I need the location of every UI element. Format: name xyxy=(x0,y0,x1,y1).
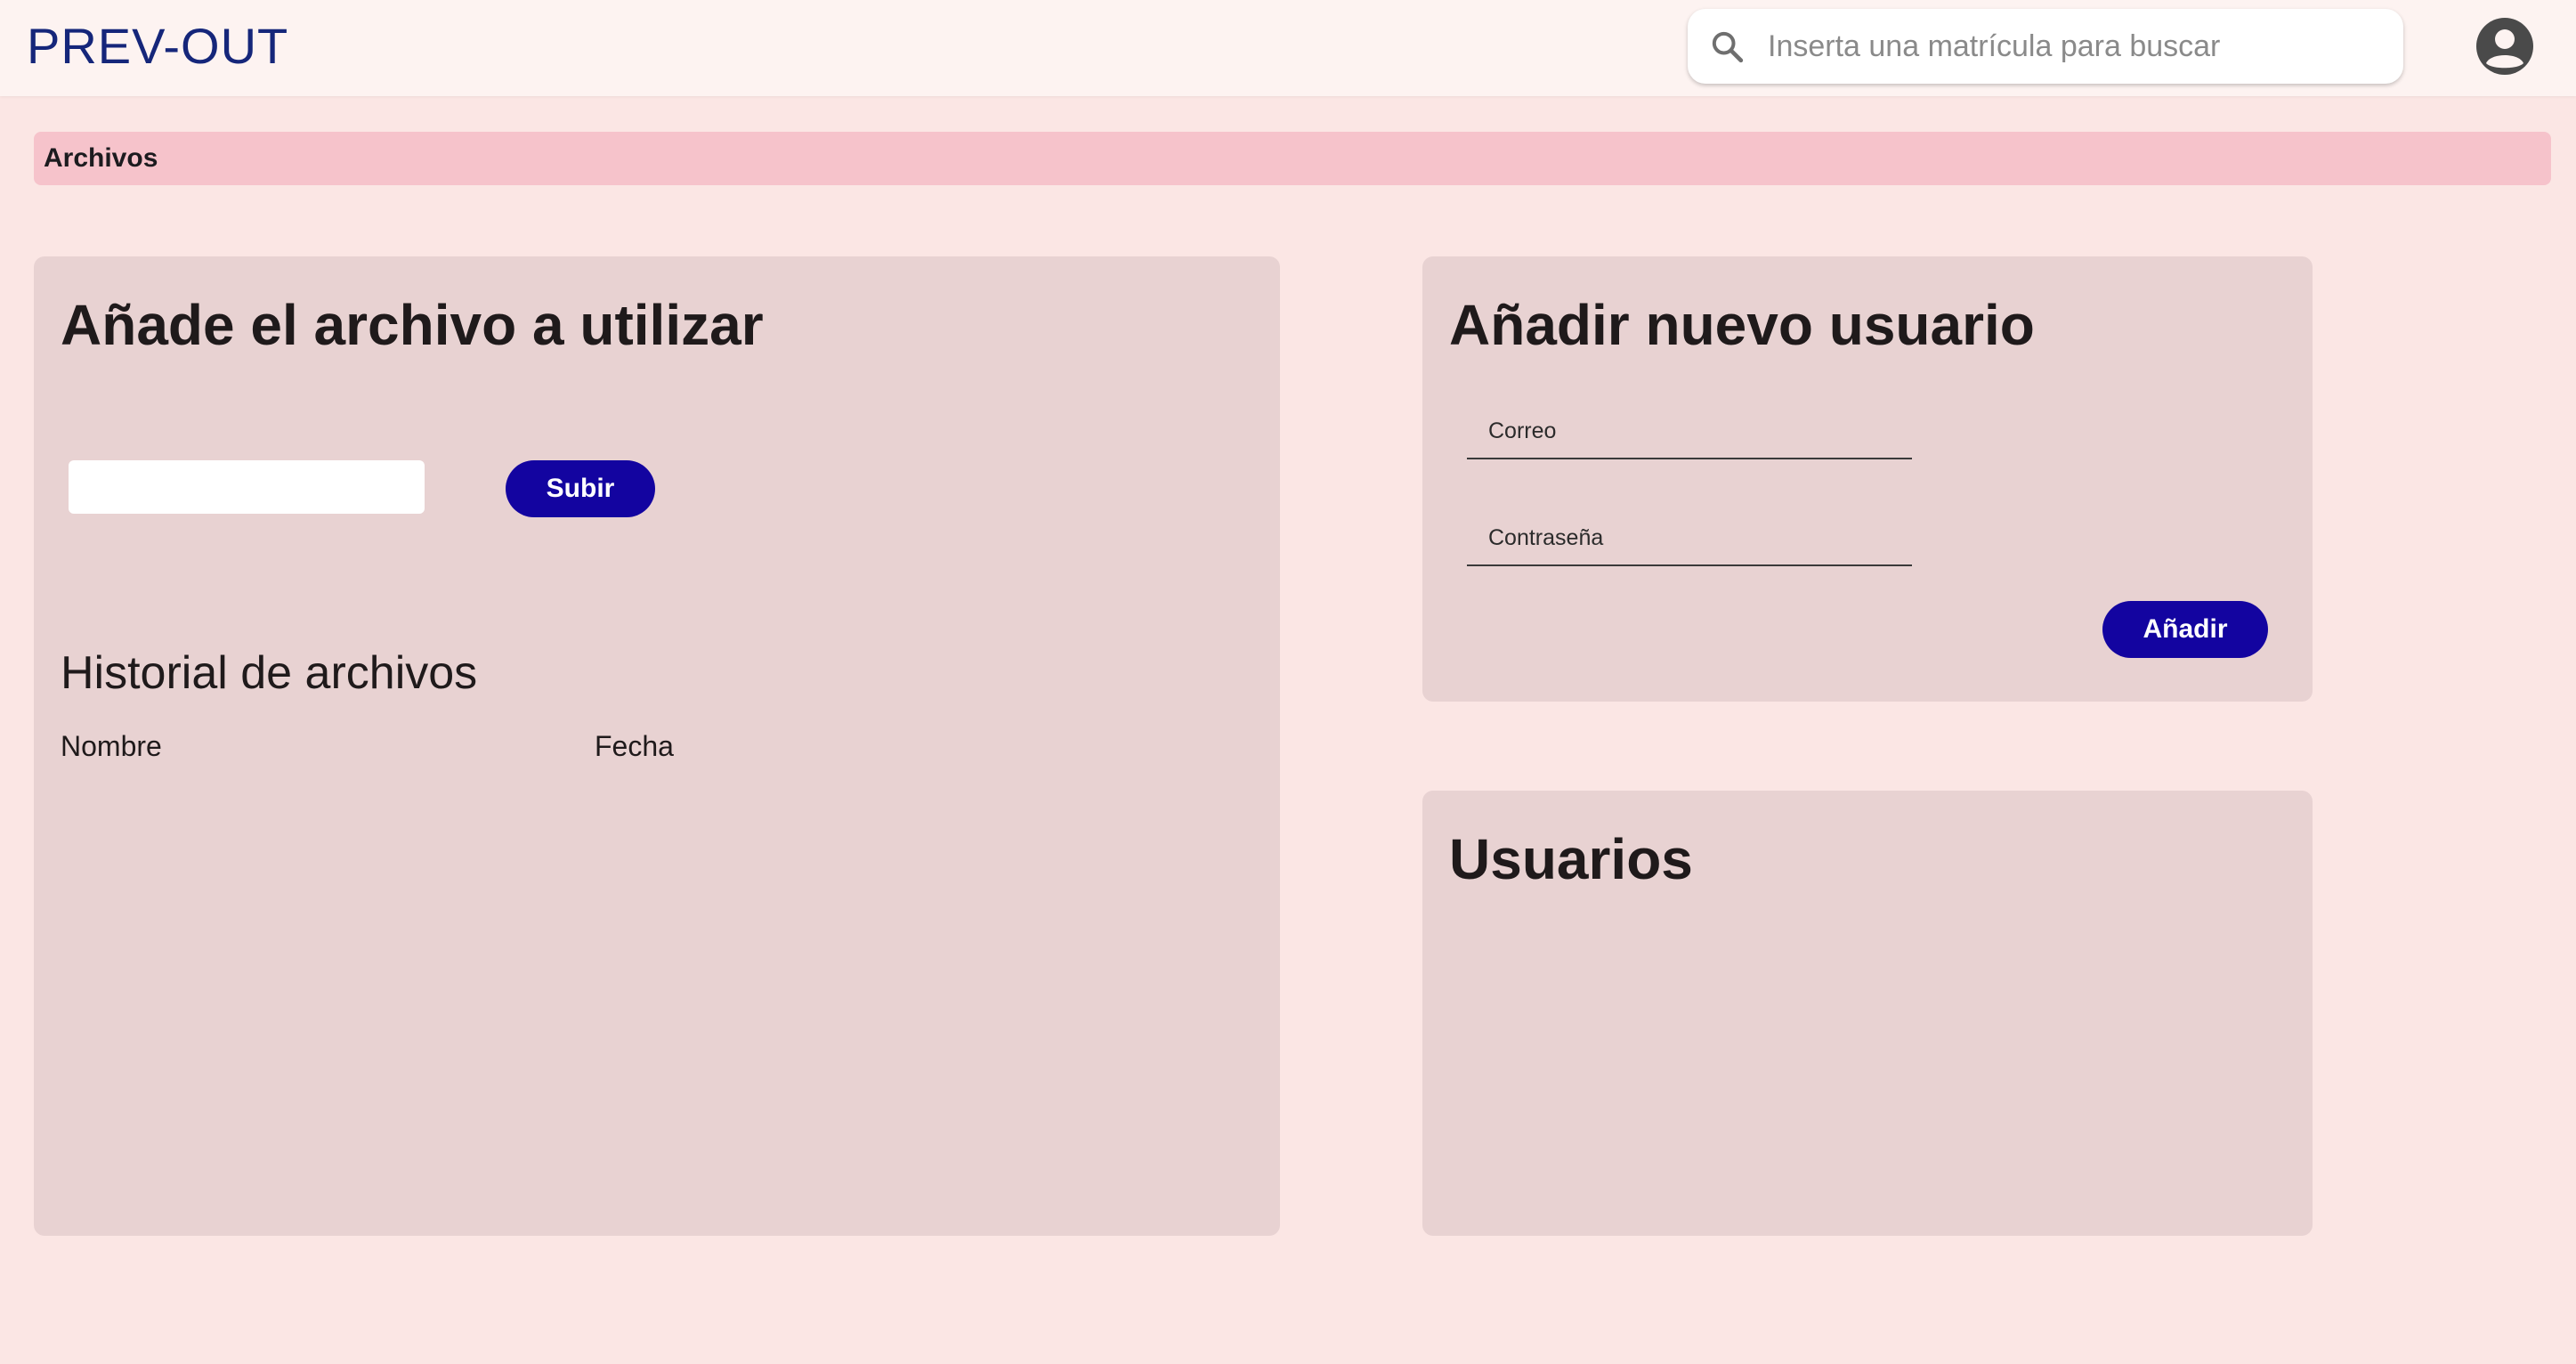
email-field[interactable]: Correo xyxy=(1467,395,1912,459)
top-app-bar: PREV-OUT xyxy=(0,0,2576,96)
search-input[interactable] xyxy=(1768,20,2373,73)
upload-card: Añade el archivo a utilizar Subir Histor… xyxy=(34,256,1280,1236)
users-card: Usuarios xyxy=(1422,791,2313,1236)
breadcrumb: Archivos xyxy=(34,132,2551,185)
password-field-label: Contraseña xyxy=(1488,525,1604,550)
new-user-card-title: Añadir nuevo usuario xyxy=(1449,293,2035,357)
email-field-label: Correo xyxy=(1488,418,1557,443)
file-input[interactable] xyxy=(69,460,425,514)
column-header-nombre: Nombre xyxy=(61,730,162,762)
users-card-title: Usuarios xyxy=(1449,827,1693,891)
search-bar[interactable] xyxy=(1688,9,2403,84)
breadcrumb-item-archivos[interactable]: Archivos xyxy=(44,143,158,174)
account-circle-icon[interactable] xyxy=(2475,16,2535,77)
upload-card-title: Añade el archivo a utilizar xyxy=(61,293,764,357)
app-brand[interactable]: PREV-OUT xyxy=(27,18,288,75)
add-user-button[interactable]: Añadir xyxy=(2102,601,2268,658)
search-icon xyxy=(1705,25,1748,68)
history-title: Historial de archivos xyxy=(61,647,478,699)
new-user-card: Añadir nuevo usuario Correo Contraseña A… xyxy=(1422,256,2313,702)
upload-button[interactable]: Subir xyxy=(506,460,655,517)
column-header-fecha: Fecha xyxy=(595,730,674,762)
password-field[interactable]: Contraseña xyxy=(1467,502,1912,566)
